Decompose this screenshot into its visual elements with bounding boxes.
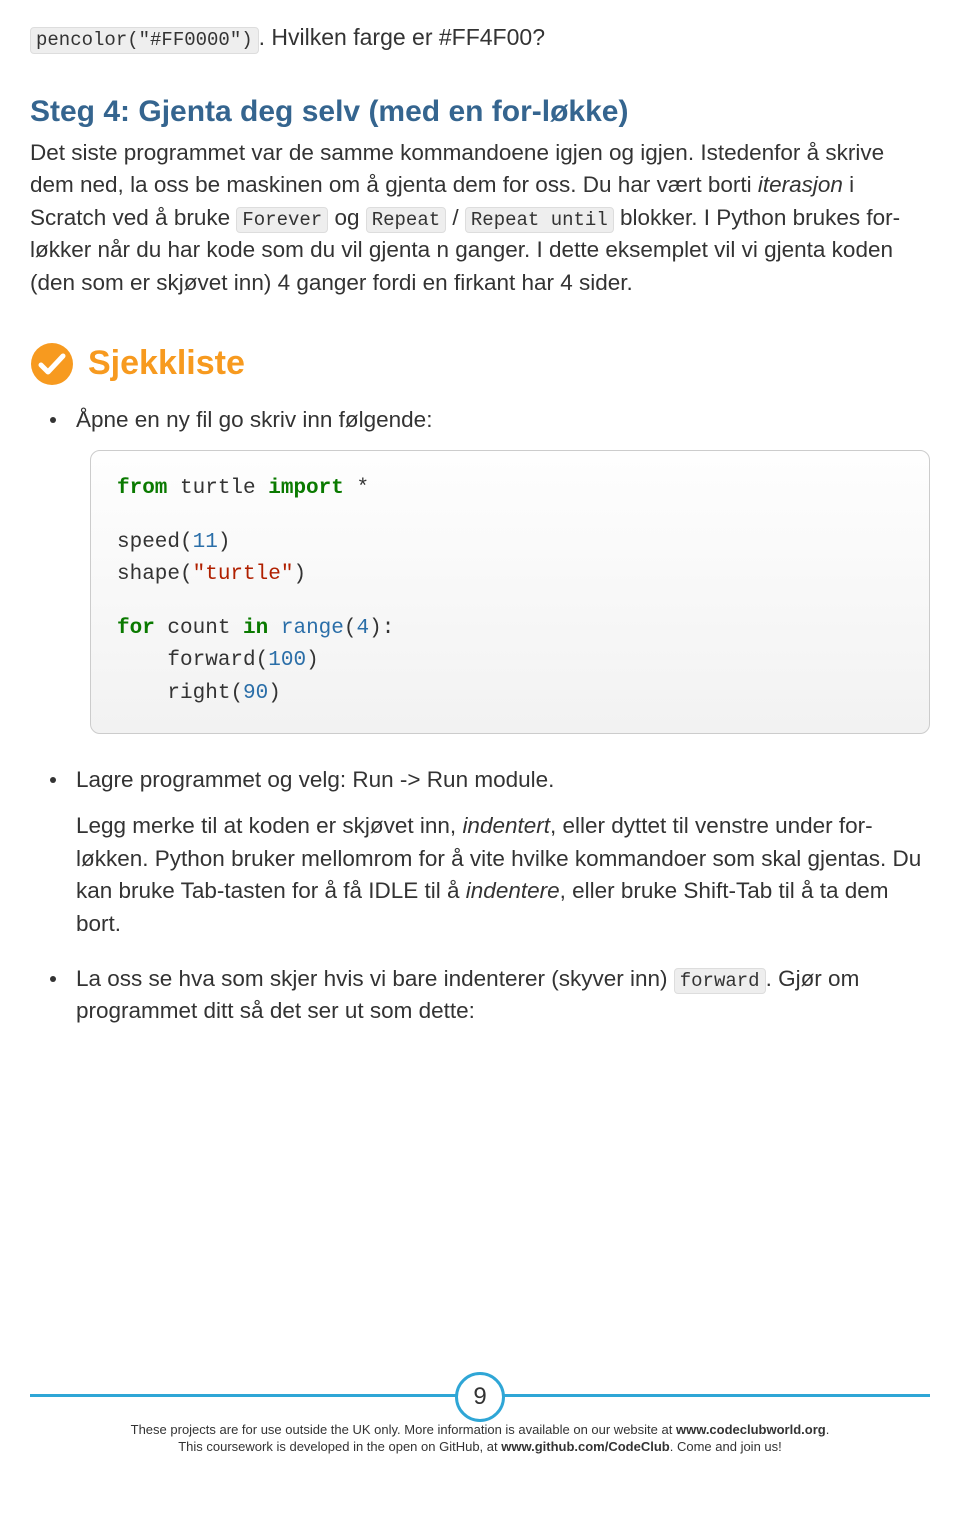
code-text: turtle [167,477,268,500]
step4-paragraph: Det siste programmet var de samme komman… [30,137,930,300]
checklist-item1-text: Åpne en ny fil go skriv inn følgende: [76,407,432,432]
code-text: count [155,617,243,640]
code-fn-right: right [167,682,230,705]
code-kw-import: import [268,477,344,500]
item2b-italic2: indentere [466,878,560,903]
code-kw-in: in [243,617,268,640]
step4-p3: og [328,205,366,230]
footer-line1c: . [826,1422,830,1437]
code-num: 4 [356,617,369,640]
footer-url1: www.codeclubworld.org [676,1422,826,1437]
code-paren: ( [180,531,193,554]
checklist-item2-detail: Legg merke til at koden er skjøvet inn, … [76,810,930,941]
list-item: Åpne en ny fil go skriv inn følgende: fr… [64,404,930,734]
step4-italic1: iterasjon [758,172,843,197]
intro-after-text: . Hvilken farge er #FF4F00? [259,24,545,50]
footer-rule: 9 [30,1394,930,1397]
code-paren: ( [230,682,243,705]
code-paren: ) [218,531,231,554]
code-fn-forward: forward [167,649,255,672]
code-indent [117,649,167,672]
code-kw-for: for [117,617,155,640]
code-paren: ( [180,563,193,586]
list-item: La oss se hva som skjer hvis vi bare ind… [64,963,930,1028]
intro-inline-code: pencolor("#FF0000") [30,27,259,54]
intro-line: pencolor("#FF0000"). Hvilken farge er #F… [30,20,930,55]
checklist-item2-text: Lagre programmet og velg: Run -> Run mod… [76,767,554,792]
footer-line2a: This coursework is developed in the open… [178,1439,501,1454]
checkmark-icon [30,342,74,386]
checklist-header: Sjekkliste [30,342,930,386]
code-blank-line [117,506,903,527]
code-text: * [344,477,369,500]
code-num: 100 [268,649,306,672]
step4-heading: Steg 4: Gjenta deg selv (med en for-løkk… [30,95,930,129]
page-footer: 9 These projects are for use outside the… [0,1394,960,1470]
code-paren: ) [293,563,306,586]
step4-slash: / [446,205,465,230]
code-blank-line [117,592,903,613]
code-paren: ) [306,649,319,672]
code-fn-speed: speed [117,531,180,554]
checklist-list: Åpne en ny fil go skriv inn følgende: fr… [30,404,930,1028]
code-paren: ( [344,617,357,640]
inline-code-forward: forward [674,968,766,995]
inline-code-forever: Forever [236,207,328,234]
code-paren: ( [256,649,269,672]
step4-p1: Det siste programmet var de samme komman… [30,140,884,198]
code-str: "turtle" [193,563,294,586]
list-item: Lagre programmet og velg: Run -> Run mod… [64,764,930,941]
footer-line1a: These projects are for use outside the U… [131,1422,676,1437]
code-kw-from: from [117,477,167,500]
footer-url2: www.github.com/CodeClub [501,1439,670,1454]
inline-code-repeat: Repeat [366,207,446,234]
page-container: pencolor("#FF0000"). Hvilken farge er #F… [0,0,960,1470]
item3-p1: La oss se hva som skjer hvis vi bare ind… [76,966,674,991]
item2b-italic1: indentert [462,813,550,838]
code-paren: ): [369,617,394,640]
code-fn-shape: shape [117,563,180,586]
code-fn-range: range [281,617,344,640]
inline-code-repeat-until: Repeat until [465,207,614,234]
page-number-badge: 9 [455,1372,505,1422]
page-number: 9 [473,1383,486,1411]
code-paren: ) [268,682,281,705]
code-num: 11 [193,531,218,554]
item2b-p1: Legg merke til at koden er skjøvet inn, [76,813,462,838]
footer-line2c: . Come and join us! [670,1439,782,1454]
code-text [268,617,281,640]
code-num: 90 [243,682,268,705]
checklist-title: Sjekkliste [88,344,245,383]
code-block: from turtle import * speed(11) shape("tu… [90,450,930,733]
code-indent [117,682,167,705]
